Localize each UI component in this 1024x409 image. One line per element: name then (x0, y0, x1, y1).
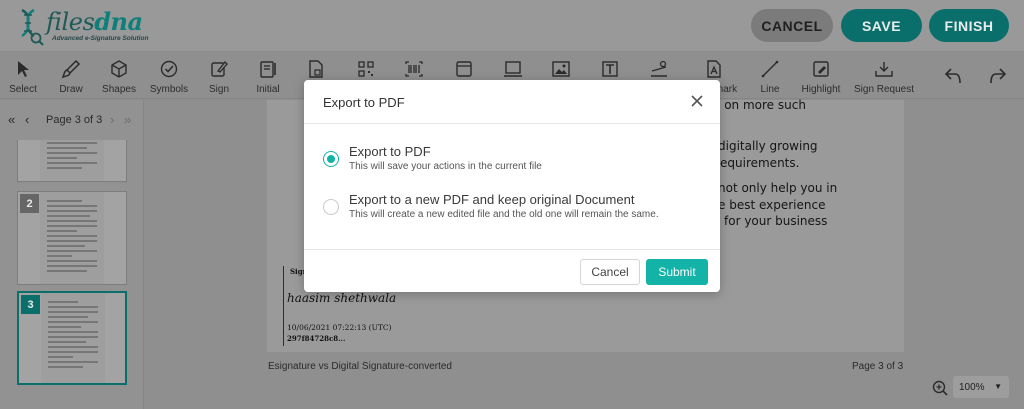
header-cancel-button[interactable]: CANCEL (751, 9, 833, 42)
doc-text-line: equirements. (720, 156, 800, 170)
signature-hash: 297f84728c8... (287, 334, 346, 343)
page-navigator: « ‹ Page 3 of 3 › » (0, 108, 144, 132)
check-circle-icon (160, 60, 178, 78)
window-icon (456, 61, 472, 77)
signature-name: haasim shethwala (287, 291, 397, 305)
logo-wordmark: filesdna (46, 7, 143, 36)
tool-shapes[interactable]: Shapes (94, 59, 144, 95)
zoom-in-icon[interactable] (932, 380, 948, 396)
inbox-download-icon (875, 62, 893, 77)
brush-icon (61, 59, 81, 79)
highlighter-icon (813, 61, 829, 77)
page-thumbnail-sidebar: « ‹ Page 3 of 3 › » 2 3 (0, 100, 144, 409)
undo-icon (944, 68, 961, 84)
option-description: This will create a new edited file and t… (349, 209, 659, 220)
signature-date: 10/06/2021 07:22:13 (UTC) (287, 323, 392, 332)
tool-field[interactable] (488, 59, 538, 79)
zoom-value: 100% (959, 381, 985, 393)
tool-barcode[interactable] (389, 59, 439, 79)
text-frame-icon (602, 61, 618, 77)
prev-page-icon[interactable]: ‹ (25, 112, 29, 127)
logo-tagline: Advanced e-Signature Solution (52, 35, 149, 42)
cube-icon (111, 60, 127, 78)
page-thumbnail-1[interactable] (17, 140, 127, 182)
dialog-title: Export to PDF (323, 95, 405, 110)
tool-highlight[interactable]: Highlight (796, 59, 846, 95)
option-title: Export to PDF (349, 144, 431, 159)
top-header: filesdna Advanced e-Signature Solution C… (0, 0, 1024, 52)
last-page-icon[interactable]: » (124, 112, 131, 127)
initial-icon (260, 61, 276, 78)
dna-logo-icon (21, 8, 44, 46)
tool-sign-request[interactable]: Sign Request (854, 59, 914, 95)
cursor-arrow-icon (18, 61, 29, 77)
tool-qr-code[interactable] (341, 59, 391, 79)
export-new-radio[interactable] (323, 199, 339, 215)
tool-line[interactable]: Line (745, 59, 795, 95)
option-title: Export to a new PDF and keep original Do… (349, 192, 635, 207)
sign-pen-icon (211, 61, 228, 77)
tool-select[interactable]: Select (0, 59, 48, 95)
dialog-divider (304, 123, 720, 124)
dialog-submit-button[interactable]: Submit (646, 259, 708, 285)
undo-button[interactable] (928, 65, 978, 87)
tool-text[interactable] (585, 59, 635, 79)
next-page-icon[interactable]: › (110, 112, 114, 127)
tool-symbols[interactable]: Symbols (144, 59, 194, 95)
page-indicator: Page 3 of 3 (46, 114, 103, 126)
redo-button[interactable] (973, 65, 1023, 87)
document-filename: Esignature vs Digital Signature-converte… (268, 361, 452, 372)
document-icon (309, 60, 323, 78)
redo-icon (990, 68, 1007, 84)
tool-initial[interactable]: Initial (243, 59, 293, 95)
caret-down-icon: ▼ (994, 382, 1002, 391)
tool-image[interactable] (536, 59, 586, 79)
document-page-indicator: Page 3 of 3 (852, 361, 904, 372)
image-icon (552, 61, 570, 77)
page-number-badge: 2 (20, 194, 39, 213)
doc-text-line: for your business (724, 214, 828, 228)
export-current-radio[interactable] (323, 151, 339, 167)
page-thumbnail-3[interactable]: 3 (17, 291, 127, 385)
dialog-cancel-button[interactable]: Cancel (580, 259, 640, 285)
doc-text-line: e on more such (713, 98, 806, 112)
export-pdf-dialog: Export to PDF Export to PDF This will sa… (304, 80, 720, 292)
stamp-icon (651, 60, 667, 77)
barcode-icon (405, 61, 423, 77)
qr-code-icon (358, 61, 374, 77)
doc-text-line: e best experience (718, 198, 826, 212)
tool-draw[interactable]: Draw (46, 59, 96, 95)
tool-sign[interactable]: Sign (194, 59, 244, 95)
doc-text-line: not only help you in (718, 181, 838, 195)
watermark-icon (707, 60, 721, 78)
laptop-icon (504, 61, 522, 77)
option-description: This will save your actions in the curre… (349, 161, 542, 172)
doc-text-line: digitally growing (718, 139, 818, 153)
header-save-button[interactable]: SAVE (841, 9, 922, 42)
page-number-badge: 3 (21, 295, 40, 314)
tool-stamp-user[interactable] (634, 59, 684, 79)
first-page-icon[interactable]: « (8, 112, 15, 127)
line-icon (761, 60, 779, 78)
header-finish-button[interactable]: FINISH (929, 9, 1009, 42)
filesdna-logo: filesdna Advanced e-Signature Solution (14, 5, 148, 47)
page-thumbnail-2[interactable]: 2 (17, 191, 127, 285)
zoom-select[interactable]: 100% ▼ (953, 376, 1009, 398)
close-icon[interactable] (690, 94, 704, 108)
dialog-divider (304, 249, 720, 250)
tool-textbox[interactable] (439, 59, 489, 79)
